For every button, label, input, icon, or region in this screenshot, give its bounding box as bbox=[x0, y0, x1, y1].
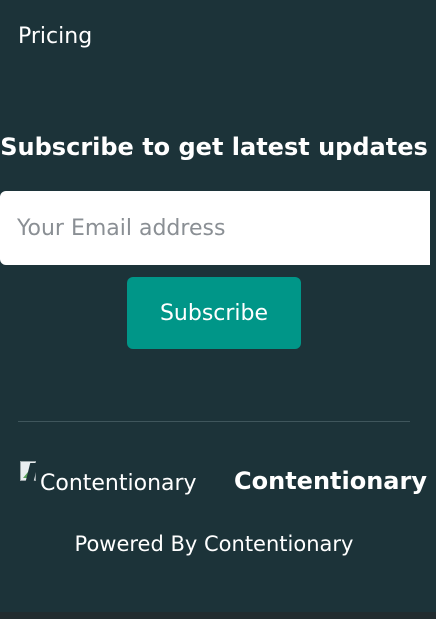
brand-name: Contentionary bbox=[234, 467, 427, 495]
footer-divider bbox=[18, 421, 410, 422]
brand-logo[interactable]: Contentionary bbox=[18, 461, 218, 501]
bottom-strip bbox=[0, 612, 436, 619]
subscribe-button[interactable]: Subscribe bbox=[127, 277, 301, 349]
site-footer: Pricing Subscribe to get latest updates … bbox=[0, 0, 436, 612]
logo-alt-text: Contentionary bbox=[40, 471, 197, 496]
powered-by-prefix: Powered By bbox=[74, 532, 204, 556]
powered-by-text: Powered By Contentionary bbox=[0, 530, 428, 558]
subscribe-heading: Subscribe to get latest updates bbox=[0, 133, 428, 161]
broken-image-icon bbox=[18, 461, 40, 483]
powered-by-link[interactable]: Contentionary bbox=[204, 532, 353, 556]
nav-link-pricing[interactable]: Pricing bbox=[18, 24, 92, 50]
email-field[interactable] bbox=[0, 191, 430, 265]
